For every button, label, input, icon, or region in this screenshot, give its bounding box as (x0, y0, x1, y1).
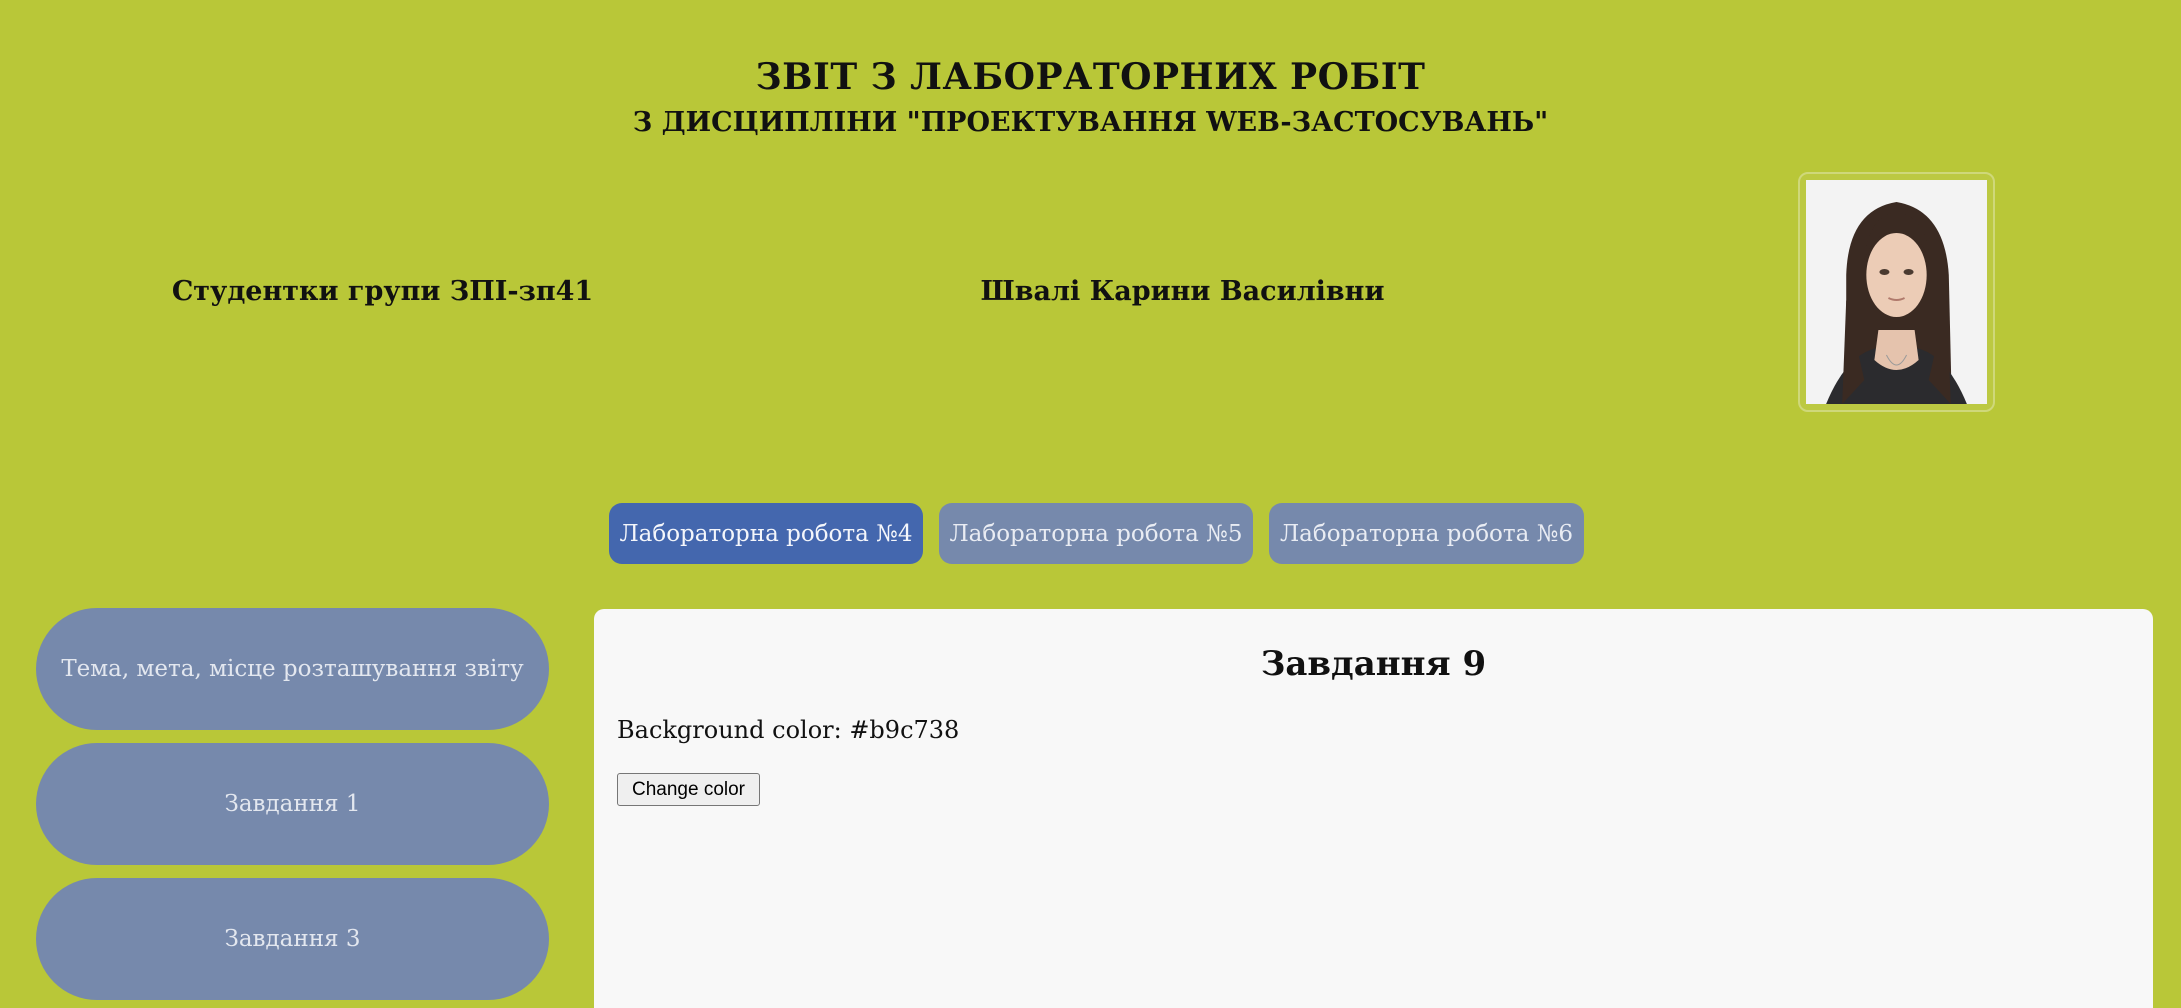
tab-lab-5[interactable]: Лабораторна робота №5 (939, 503, 1253, 564)
page-title: ЗВІТ З ЛАБОРАТОРНИХ РОБІТ (755, 56, 1426, 98)
sidebar: Тема, мета, місце розташування звіту Зав… (36, 608, 549, 1008)
lab-tabs: Лабораторна робота №4 Лабораторна робота… (609, 503, 1584, 564)
portrait-image (1806, 180, 1987, 404)
tab-lab-4[interactable]: Лабораторна робота №4 (609, 503, 923, 564)
sidebar-item-topic[interactable]: Тема, мета, місце розташування звіту (36, 608, 549, 730)
content-title: Завдання 9 (1260, 644, 1487, 684)
sidebar-item-task-1[interactable]: Завдання 1 (36, 743, 549, 865)
student-photo-frame (1798, 172, 1995, 412)
student-group: Студентки групи ЗПІ-зп41 (171, 276, 594, 307)
change-color-button[interactable]: Change color (617, 773, 760, 806)
sidebar-item-task-3[interactable]: Завдання 3 (36, 878, 549, 1000)
background-color-text: Background color: #b9c738 (617, 716, 960, 744)
student-name: Швалі Карини Василівни (980, 276, 1385, 307)
page: ЗВІТ З ЛАБОРАТОРНИХ РОБІТ З ДИСЦИПЛІНИ "… (0, 0, 2181, 1008)
content-panel: Завдання 9 Background color: #b9c738 Cha… (594, 609, 2153, 1008)
student-photo (1806, 180, 1987, 404)
tab-lab-6[interactable]: Лабораторна робота №6 (1269, 503, 1584, 564)
page-subtitle: З ДИСЦИПЛІНИ "ПРОЕКТУВАННЯ WEB-ЗАСТОСУВА… (632, 107, 1549, 138)
